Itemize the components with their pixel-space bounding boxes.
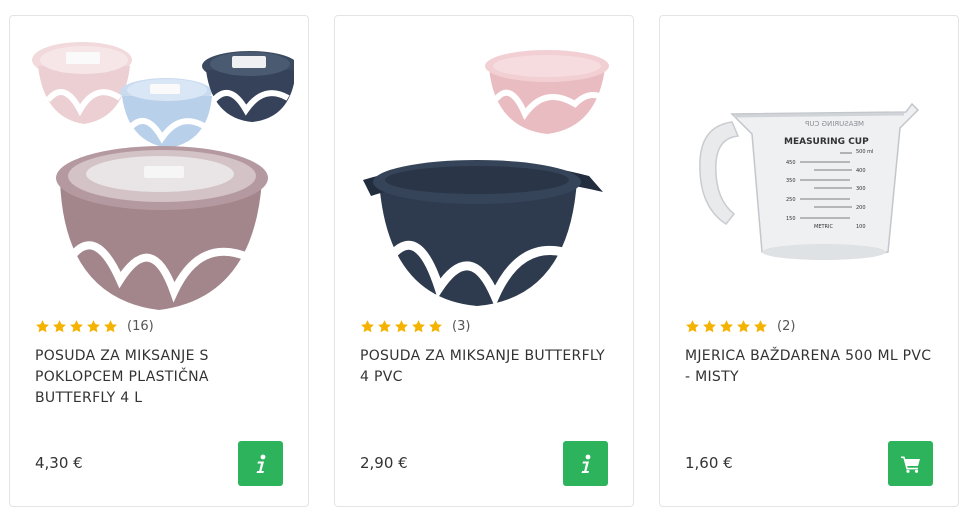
rating-count: (16) — [127, 319, 154, 334]
star-icon — [754, 320, 767, 333]
rating-count: (3) — [452, 319, 471, 334]
product-image[interactable]: MEASURING CUP MEASURING CUP 500 ml 450 3… — [674, 30, 944, 315]
star-icon — [70, 320, 83, 333]
mirror-label: MEASURING CUP — [805, 120, 864, 128]
mixing-bowl-image — [363, 50, 609, 308]
star-icon — [703, 320, 716, 333]
product-image[interactable] — [24, 30, 294, 315]
product-name[interactable]: POSUDA ZA MIKSANJE S POKLOPCEM PLASTIČNA… — [35, 346, 290, 409]
star-icon — [361, 320, 374, 333]
add-to-cart-button[interactable] — [888, 441, 933, 486]
star-icon — [412, 320, 425, 333]
cup-mark: 300 — [856, 186, 866, 192]
cup-mark: 150 — [786, 216, 796, 222]
info-button[interactable] — [238, 441, 283, 486]
product-name[interactable]: MJERICA BAŽDARENA 500 mL PVC - MISTY — [685, 346, 940, 388]
cup-mark: 100 — [856, 224, 866, 230]
cup-mark: 450 — [786, 160, 796, 166]
cup-mark: 350 — [786, 178, 796, 184]
cup-unit: 500 ml — [856, 149, 873, 155]
product-price: 4,30 € — [35, 454, 83, 472]
cup-metric: METRIC — [814, 224, 833, 230]
star-icon — [429, 320, 442, 333]
product-price: 2,90 € — [360, 454, 408, 472]
cup-mark: 400 — [856, 168, 866, 174]
mixing-bowls-with-lids-image — [32, 42, 294, 310]
product-image[interactable] — [349, 30, 619, 315]
info-button[interactable] — [563, 441, 608, 486]
cup-label: MEASURING CUP — [784, 137, 869, 147]
measuring-cup-image: MEASURING CUP MEASURING CUP 500 ml 450 3… — [699, 102, 920, 260]
star-icon — [720, 320, 733, 333]
rating: (3) — [360, 319, 470, 334]
star-icon — [36, 320, 49, 333]
product-grid: (16) POSUDA ZA MIKSANJE S POKLOPCEM PLAS… — [0, 0, 971, 524]
info-icon — [256, 454, 265, 473]
rating: (16) — [35, 319, 154, 334]
rating: (2) — [685, 319, 795, 334]
info-icon — [581, 454, 590, 473]
cart-icon — [900, 456, 920, 473]
rating-count: (2) — [777, 319, 796, 334]
star-rating — [35, 319, 118, 334]
star-icon — [53, 320, 66, 333]
cup-mark: 200 — [856, 205, 866, 211]
star-rating — [685, 319, 768, 334]
product-card[interactable]: MEASURING CUP MEASURING CUP 500 ml 450 3… — [659, 15, 959, 507]
star-icon — [395, 320, 408, 333]
cup-mark: 250 — [786, 197, 796, 203]
star-icon — [737, 320, 750, 333]
product-card[interactable]: (16) POSUDA ZA MIKSANJE S POKLOPCEM PLAS… — [9, 15, 309, 507]
star-icon — [686, 320, 699, 333]
product-price: 1,60 € — [685, 454, 733, 472]
product-name[interactable]: POSUDA ZA MIKSANJE BUTTERFLY 4 PVC — [360, 346, 615, 388]
product-card[interactable]: (3) POSUDA ZA MIKSANJE BUTTERFLY 4 PVC 2… — [334, 15, 634, 507]
star-rating — [360, 319, 443, 334]
star-icon — [104, 320, 117, 333]
star-icon — [87, 320, 100, 333]
star-icon — [378, 320, 391, 333]
